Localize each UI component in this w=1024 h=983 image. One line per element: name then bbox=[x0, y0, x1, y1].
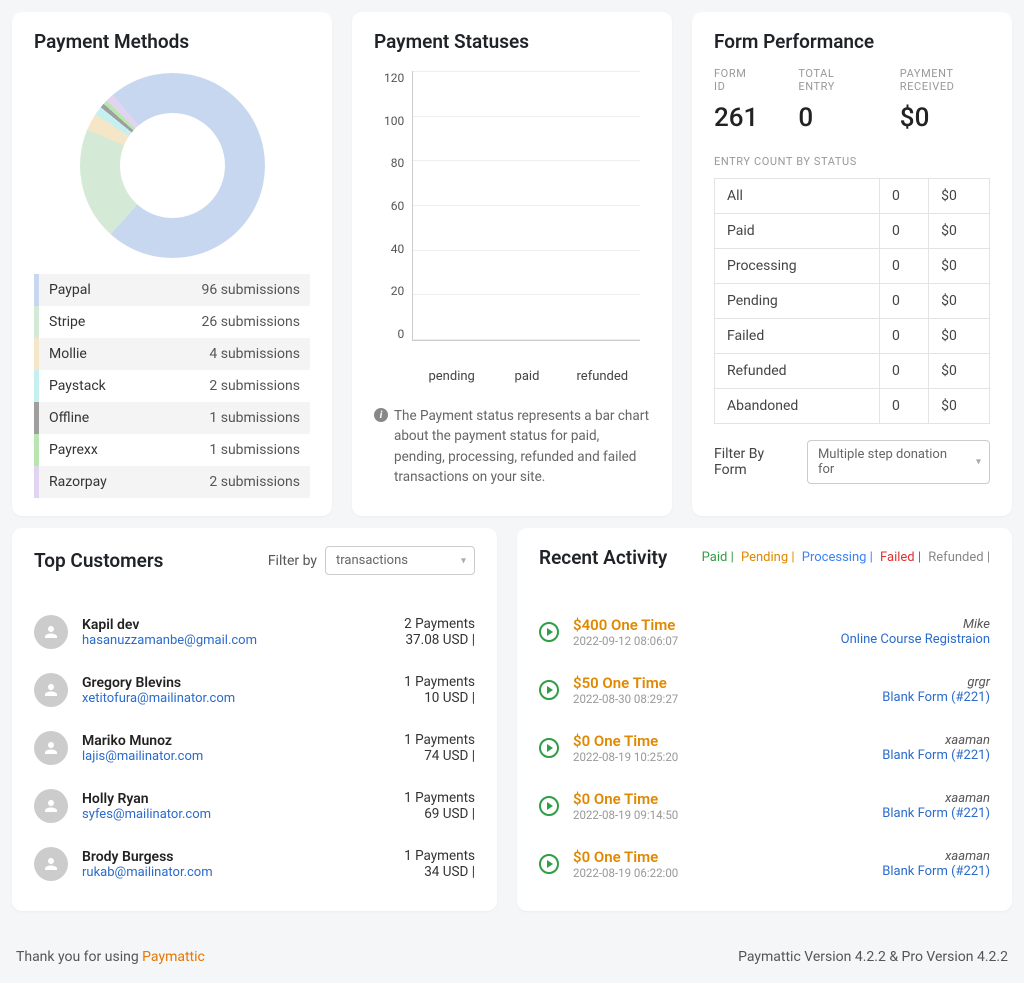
status-row: Refunded0$0 bbox=[715, 354, 990, 389]
recent-activity-title: Recent Activity bbox=[539, 546, 667, 569]
avatar bbox=[34, 615, 68, 649]
status-filter[interactable]: Pending | bbox=[738, 550, 795, 565]
payment-methods-donut bbox=[34, 67, 310, 274]
activity-title: $0 One Time bbox=[573, 790, 868, 808]
activity-title: $50 One Time bbox=[573, 674, 868, 692]
avatar bbox=[34, 847, 68, 881]
payment-method-row[interactable]: Payrexx1 submissions bbox=[34, 434, 310, 466]
info-icon: i bbox=[374, 408, 388, 422]
customer-name: Brody Burgess bbox=[82, 849, 390, 865]
status-row: Failed0$0 bbox=[715, 319, 990, 354]
activity-title: $0 One Time bbox=[573, 732, 868, 750]
play-icon bbox=[539, 854, 559, 874]
avatar bbox=[34, 731, 68, 765]
customer-email[interactable]: lajis@mailinator.com bbox=[82, 749, 390, 764]
customer-row[interactable]: Kapil dev hasanuzzamanbe@gmail.com 2 Pay… bbox=[34, 603, 475, 661]
payment-method-row[interactable]: Offline1 submissions bbox=[34, 402, 310, 434]
activity-form[interactable]: Blank Form (#221) bbox=[882, 864, 990, 879]
activity-title: $400 One Time bbox=[573, 616, 827, 634]
activity-form[interactable]: Online Course Registraion bbox=[841, 632, 990, 647]
status-filter[interactable]: Processing | bbox=[799, 550, 873, 565]
filter-by-form-label: Filter By Form bbox=[714, 446, 797, 478]
footer: Thank you for using Paymattic Paymattic … bbox=[12, 923, 1012, 971]
payment-statuses-card: Payment Statuses 120100806040200 pending… bbox=[352, 12, 672, 516]
customer-name: Holly Ryan bbox=[82, 791, 390, 807]
avatar bbox=[34, 673, 68, 707]
payment-statuses-note: i The Payment status represents a bar ch… bbox=[374, 406, 650, 487]
play-icon bbox=[539, 796, 559, 816]
activity-timestamp: 2022-08-30 08:29:27 bbox=[573, 692, 868, 706]
status-row: Processing0$0 bbox=[715, 249, 990, 284]
status-row: All0$0 bbox=[715, 179, 990, 214]
activity-row[interactable]: $50 One Time 2022-08-30 08:29:27 grgr Bl… bbox=[539, 661, 990, 719]
payment-method-row[interactable]: Razorpay2 submissions bbox=[34, 466, 310, 498]
customer-name: Gregory Blevins bbox=[82, 675, 390, 691]
customer-email[interactable]: xetitofura@mailinator.com bbox=[82, 691, 390, 706]
activity-user: xaaman bbox=[882, 791, 990, 806]
top-customers-title: Top Customers bbox=[34, 549, 163, 572]
form-performance-card: Form Performance FORM ID261 TOTAL ENTRY0 P… bbox=[692, 12, 1012, 516]
activity-form[interactable]: Blank Form (#221) bbox=[882, 690, 990, 705]
activity-user: xaaman bbox=[882, 849, 990, 864]
activity-title: $0 One Time bbox=[573, 848, 868, 866]
customer-row[interactable]: Holly Ryan syfes@mailinator.com 1 Paymen… bbox=[34, 777, 475, 835]
customer-email[interactable]: rukab@mailinator.com bbox=[82, 865, 390, 880]
customer-row[interactable]: Brody Burgess rukab@mailinator.com 1 Pay… bbox=[34, 835, 475, 893]
activity-timestamp: 2022-08-19 09:14:50 bbox=[573, 808, 868, 822]
top-customers-filter-label: Filter by bbox=[268, 553, 317, 569]
status-filter[interactable]: Refunded | bbox=[925, 550, 990, 565]
status-filter[interactable]: Failed | bbox=[877, 550, 921, 565]
activity-user: grgr bbox=[882, 675, 990, 690]
status-row: Pending0$0 bbox=[715, 284, 990, 319]
activity-form[interactable]: Blank Form (#221) bbox=[882, 748, 990, 763]
customer-name: Mariko Munoz bbox=[82, 733, 390, 749]
payment-methods-card: Payment Methods Paypal96 submissionsStri… bbox=[12, 12, 332, 516]
kpi: TOTAL ENTRY0 bbox=[798, 67, 859, 133]
kpi: PAYMENT RECEIVED$0 bbox=[900, 67, 990, 133]
status-row: Paid0$0 bbox=[715, 214, 990, 249]
activity-timestamp: 2022-09-12 08:06:07 bbox=[573, 634, 827, 648]
avatar bbox=[34, 789, 68, 823]
activity-user: xaaman bbox=[882, 733, 990, 748]
play-icon bbox=[539, 680, 559, 700]
play-icon bbox=[539, 738, 559, 758]
customer-name: Kapil dev bbox=[82, 617, 390, 633]
status-filter[interactable]: Paid | bbox=[702, 550, 734, 565]
activity-user: Mike bbox=[841, 617, 990, 632]
chevron-down-icon: ▾ bbox=[976, 457, 981, 468]
activity-timestamp: 2022-08-19 06:22:00 bbox=[573, 866, 868, 880]
payment-statuses-chart: 120100806040200 pendingpaidrefunded bbox=[374, 67, 650, 384]
activity-form[interactable]: Blank Form (#221) bbox=[882, 806, 990, 821]
payment-method-row[interactable]: Mollie4 submissions bbox=[34, 338, 310, 370]
activity-row[interactable]: $0 One Time 2022-08-19 10:25:20 xaaman B… bbox=[539, 719, 990, 777]
payment-methods-title: Payment Methods bbox=[34, 30, 310, 53]
customer-row[interactable]: Gregory Blevins xetitofura@mailinator.co… bbox=[34, 661, 475, 719]
customer-email[interactable]: hasanuzzamanbe@gmail.com bbox=[82, 633, 390, 648]
customer-email[interactable]: syfes@mailinator.com bbox=[82, 807, 390, 822]
entry-count-table: All0$0Paid0$0Processing0$0Pending0$0Fail… bbox=[714, 178, 990, 424]
payment-statuses-title: Payment Statuses bbox=[374, 30, 650, 53]
top-customers-filter-select[interactable]: transactions ▾ bbox=[325, 546, 475, 575]
activity-row[interactable]: $0 One Time 2022-08-19 06:22:00 xaaman B… bbox=[539, 835, 990, 893]
entry-count-label: ENTRY COUNT BY STATUS bbox=[714, 155, 990, 168]
form-performance-title: Form Performance bbox=[714, 30, 990, 53]
recent-activity-card: Recent Activity Paid | Pending | Process… bbox=[517, 528, 1012, 911]
activity-timestamp: 2022-08-19 10:25:20 bbox=[573, 750, 868, 764]
status-row: Abandoned0$0 bbox=[715, 389, 990, 424]
filter-by-form-select[interactable]: Multiple step donation for ▾ bbox=[807, 440, 990, 484]
top-customers-card: Top Customers Filter by transactions ▾ K… bbox=[12, 528, 497, 911]
customer-row[interactable]: Mariko Munoz lajis@mailinator.com 1 Paym… bbox=[34, 719, 475, 777]
payment-method-row[interactable]: Paypal96 submissions bbox=[34, 274, 310, 306]
chevron-down-icon: ▾ bbox=[461, 555, 466, 566]
activity-row[interactable]: $400 One Time 2022-09-12 08:06:07 Mike O… bbox=[539, 603, 990, 661]
payment-method-row[interactable]: Stripe26 submissions bbox=[34, 306, 310, 338]
play-icon bbox=[539, 622, 559, 642]
activity-row[interactable]: $0 One Time 2022-08-19 09:14:50 xaaman B… bbox=[539, 777, 990, 835]
payment-method-row[interactable]: Paystack2 submissions bbox=[34, 370, 310, 402]
recent-activity-filters: Paid | Pending | Processing | Failed | R… bbox=[698, 550, 990, 565]
kpi: FORM ID261 bbox=[714, 67, 758, 133]
